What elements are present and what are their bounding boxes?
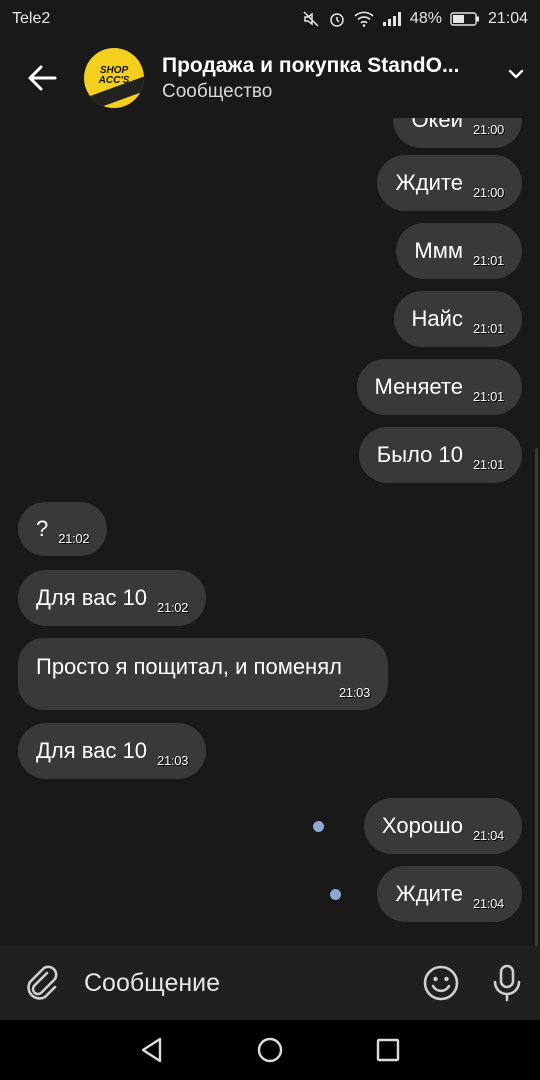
- nav-home-icon[interactable]: [256, 1036, 284, 1064]
- message-time: 21:04: [472, 827, 504, 843]
- message-text: Хорошо: [381, 813, 463, 838]
- message-time: 21:01: [472, 388, 504, 404]
- message-time: 21:00: [472, 184, 504, 200]
- message-bubble[interactable]: ? 21:02: [18, 502, 108, 556]
- message-bubble[interactable]: Хорошо 21:04: [363, 798, 522, 854]
- chat-subtitle: Сообщество: [162, 80, 273, 102]
- message-text: ?: [36, 516, 49, 541]
- message-text: Для вас 10: [36, 738, 148, 763]
- carrier-label: Tele2: [12, 10, 51, 27]
- back-button[interactable]: [0, 38, 84, 118]
- clock: 21:04: [487, 10, 528, 27]
- message-time: 21:04: [472, 895, 504, 911]
- message-bubble[interactable]: Окей 21:00: [393, 118, 522, 148]
- mute-icon: [303, 11, 319, 27]
- message-bubble[interactable]: Меняете 21:01: [356, 359, 522, 415]
- message-bubble[interactable]: Для вас 10 21:02: [18, 570, 207, 626]
- message-list[interactable]: Окей 21:00 Ждите 21:00 Ммм 21:01 Найс 21…: [0, 118, 540, 946]
- message-bubble[interactable]: Ждите 21:04: [377, 866, 522, 922]
- message-bubble[interactable]: Для вас 10 21:03: [18, 723, 207, 779]
- message-text: Ммм: [414, 238, 463, 263]
- battery-icon: [450, 12, 479, 26]
- message-text: Просто я пощитал, и поменял: [36, 654, 342, 679]
- avatar-logo-text: SHOP ACC'S: [98, 65, 130, 86]
- message-bubble[interactable]: Ждите 21:00: [377, 155, 522, 211]
- voice-message-button[interactable]: [474, 963, 540, 1003]
- message-bubble[interactable]: Ммм 21:01: [396, 223, 522, 279]
- message-bubble[interactable]: Просто я пощитал, и поменял 21:03: [18, 638, 388, 710]
- nav-recents-icon[interactable]: [376, 1038, 400, 1062]
- scrollbar[interactable]: [535, 448, 538, 946]
- back-arrow-icon: [28, 65, 57, 91]
- system-nav-bar: [0, 1020, 540, 1080]
- unread-dot: [330, 889, 341, 900]
- signal-icon: [382, 12, 401, 26]
- message-time: 21:01: [472, 252, 504, 268]
- message-bubble[interactable]: Было 10 21:01: [358, 427, 522, 483]
- message-time: 21:00: [472, 121, 504, 137]
- microphone-icon: [493, 964, 521, 1002]
- alarm-icon: [330, 13, 344, 27]
- message-time: 21:02: [58, 530, 90, 546]
- emoji-button[interactable]: [408, 964, 474, 1002]
- status-bar: Tele2 48% 21:04: [0, 0, 540, 38]
- message-text: Ждите: [395, 170, 463, 195]
- attach-button[interactable]: [0, 965, 84, 1001]
- chat-header: SHOP ACC'S Продажа и покупка StandO... С…: [0, 38, 540, 118]
- wifi-icon: [354, 11, 374, 27]
- message-bubble[interactable]: Найс 21:01: [393, 291, 522, 347]
- message-time: 21:03: [157, 752, 189, 768]
- message-time: 21:03: [338, 685, 370, 700]
- paperclip-icon: [27, 965, 58, 1000]
- message-time: 21:01: [472, 456, 504, 472]
- nav-back-icon[interactable]: [140, 1037, 164, 1063]
- smiley-icon: [423, 965, 459, 1001]
- unread-dot: [313, 821, 324, 832]
- chat-title: Продажа и покупка StandO...: [162, 53, 460, 77]
- message-text: Меняете: [374, 374, 463, 399]
- message-text: Для вас 10: [36, 585, 148, 610]
- message-composer: Сообщение: [0, 946, 540, 1020]
- battery-percent: 48%: [409, 10, 442, 27]
- message-text: Было 10: [376, 442, 463, 467]
- message-time: 21:01: [472, 320, 504, 336]
- chat-title-block[interactable]: Продажа и покупка StandO... Сообщество: [162, 54, 492, 103]
- chevron-down-icon[interactable]: [506, 64, 526, 84]
- message-input[interactable]: Сообщение: [84, 969, 408, 998]
- message-time: 21:02: [157, 599, 189, 615]
- message-text: Ждите: [395, 881, 463, 906]
- message-text: Найс: [411, 306, 463, 331]
- community-avatar[interactable]: SHOP ACC'S: [84, 48, 144, 108]
- message-text: Окей: [411, 118, 463, 132]
